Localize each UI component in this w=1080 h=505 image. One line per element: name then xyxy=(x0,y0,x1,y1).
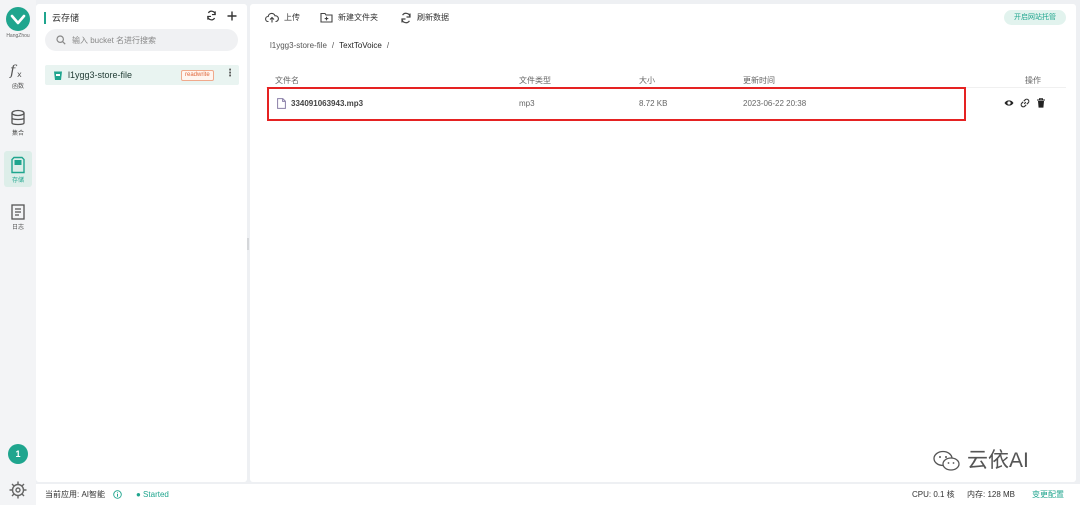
rail-label-storage: 存储 xyxy=(11,178,24,184)
add-bucket-icon[interactable] xyxy=(227,10,237,24)
gear-icon[interactable] xyxy=(8,480,28,500)
enable-hosting-button[interactable]: 开启网站托管 xyxy=(1004,10,1066,25)
app-status: ● Started xyxy=(136,490,169,499)
app-logo xyxy=(6,7,30,31)
storage-icon xyxy=(11,156,25,174)
column-header-actions: 操作 xyxy=(1025,76,1041,85)
status-bar: 当前应用: AI智能 ● Started CPU: 0.1 核 内存: 128 … xyxy=(36,484,1080,505)
storage-side-panel: 云存储 l1ygg3-store-file readwrite ⋮ xyxy=(36,4,247,482)
rail-item-storage[interactable]: 存储 xyxy=(4,151,32,187)
current-app-label: 当前应用: AI智能 xyxy=(45,490,106,499)
rail-item-collections[interactable]: 集合 xyxy=(4,104,32,140)
column-header-name: 文件名 xyxy=(275,76,299,85)
left-rail: HangZhou fx 函数 集合 存储 日志 1 xyxy=(0,0,36,505)
column-header-updated: 更新时间 xyxy=(743,76,775,85)
rail-label-logs: 日志 xyxy=(11,225,24,231)
rail-label-collections: 集合 xyxy=(11,131,24,137)
panel-title: 云存储 xyxy=(44,12,79,24)
refresh-buckets-icon[interactable] xyxy=(206,10,217,24)
breadcrumb-current[interactable]: TextToVoice xyxy=(339,41,382,50)
refresh-icon xyxy=(401,12,411,24)
folder-add-icon xyxy=(320,13,333,23)
file-browser: 上传 新建文件夹 刷新数据 开启网站托管 l1ygg3-store-file / T… xyxy=(250,4,1076,482)
wechat-icon xyxy=(933,451,960,472)
upload-label: 上传 xyxy=(284,13,300,22)
bucket-item[interactable]: l1ygg3-store-file readwrite ⋮ xyxy=(45,65,239,85)
database-icon xyxy=(11,109,25,126)
eye-icon[interactable] xyxy=(1004,98,1014,108)
search-icon xyxy=(56,35,66,45)
cloud-upload-icon xyxy=(265,13,279,23)
new-folder-label: 新建文件夹 xyxy=(338,13,378,22)
panel-resize-handle[interactable] xyxy=(247,238,249,250)
bucket-search-input[interactable] xyxy=(45,29,238,51)
column-header-type: 文件类型 xyxy=(519,76,551,85)
breadcrumb: l1ygg3-store-file / TextToVoice / xyxy=(270,41,394,50)
column-header-size: 大小 xyxy=(639,76,655,85)
watermark-text: 云依AI xyxy=(967,449,1029,472)
refresh-button[interactable]: 刷新数据 xyxy=(400,12,449,24)
more-options-icon[interactable]: ⋮ xyxy=(225,68,235,79)
notification-badge[interactable]: 1 xyxy=(8,444,28,464)
selection-highlight xyxy=(267,87,966,121)
breadcrumb-separator: / xyxy=(331,41,335,50)
trash-icon[interactable] xyxy=(1036,98,1046,108)
function-icon: fx xyxy=(9,63,22,79)
cpu-usage: CPU: 0.1 核 xyxy=(912,490,955,499)
bucket-name: l1ygg3-store-file xyxy=(68,70,133,80)
breadcrumb-root[interactable]: l1ygg3-store-file xyxy=(270,41,327,50)
permission-badge: readwrite xyxy=(181,70,214,81)
upload-button[interactable]: 上传 xyxy=(265,12,300,24)
watermark: 云依AI xyxy=(933,444,1029,474)
rail-item-functions[interactable]: fx 函数 xyxy=(4,57,32,93)
breadcrumb-trail: / xyxy=(386,41,390,50)
link-icon[interactable] xyxy=(1020,98,1030,108)
refresh-label: 刷新数据 xyxy=(417,13,449,23)
change-config-link[interactable]: 变更配置 xyxy=(1032,484,1064,505)
rail-item-logs[interactable]: 日志 xyxy=(4,198,32,234)
rail-label-functions: 函数 xyxy=(11,84,24,90)
memory-usage: 内存: 128 MB xyxy=(967,490,1016,499)
region-label: HangZhou xyxy=(6,33,30,39)
bucket-icon xyxy=(54,71,62,80)
info-icon[interactable] xyxy=(113,490,122,499)
log-icon xyxy=(11,204,25,220)
new-folder-button[interactable]: 新建文件夹 xyxy=(320,12,378,24)
svg-text:x: x xyxy=(17,70,22,79)
